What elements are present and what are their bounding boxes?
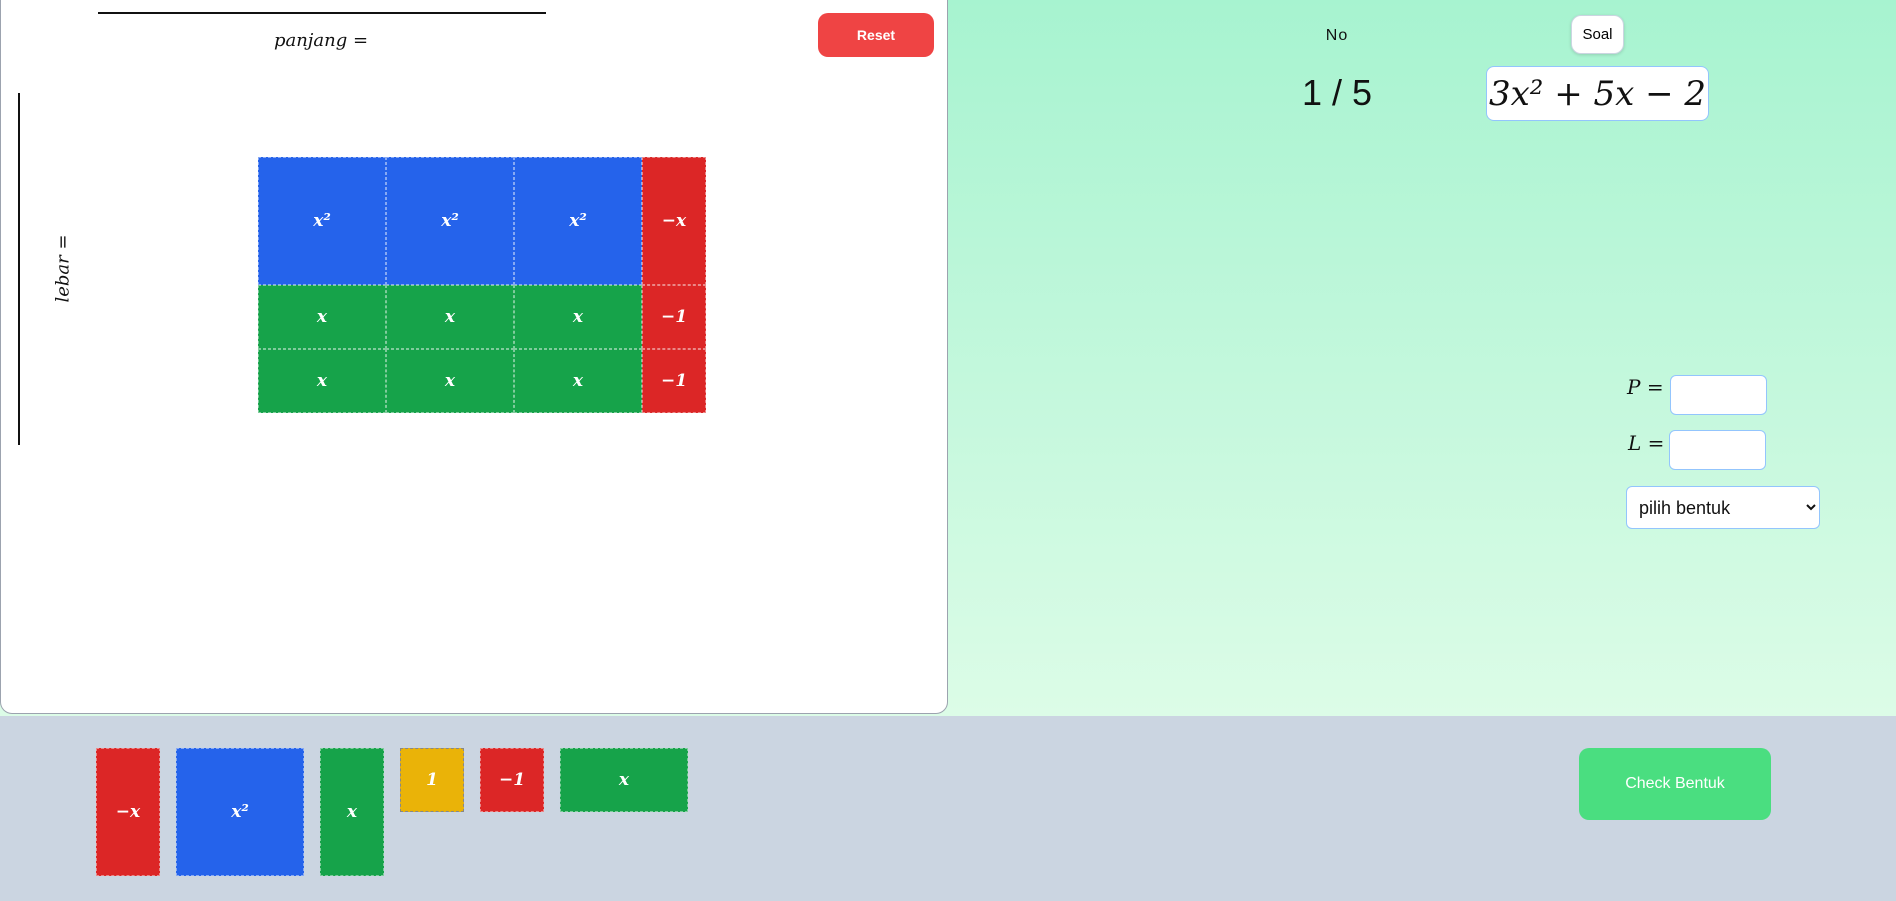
tile-workspace[interactable]: panjang = lebar = Reset x² x² x² −x x x … <box>0 0 948 714</box>
question-number-label: No <box>1325 27 1349 44</box>
x-tile[interactable]: x <box>258 349 386 413</box>
x-squared-tile[interactable]: x² <box>386 157 514 285</box>
width-label: lebar = <box>52 234 74 303</box>
soal-button[interactable]: Soal <box>1571 15 1624 54</box>
width-line <box>18 93 20 445</box>
x-tile[interactable]: x <box>514 349 642 413</box>
reset-button[interactable]: Reset <box>818 13 934 57</box>
palette-x-tile-horizontal[interactable]: x <box>560 748 688 812</box>
negative-unit-tile[interactable]: −1 <box>642 349 706 413</box>
p-label: P = <box>1627 375 1664 399</box>
length-label: panjang = <box>273 30 369 51</box>
l-label: L = <box>1628 431 1665 455</box>
l-input[interactable] <box>1669 430 1766 470</box>
x-tile[interactable]: x <box>386 349 514 413</box>
expression-display: 3x² + 5x − 2 <box>1486 66 1709 121</box>
x-squared-tile[interactable]: x² <box>258 157 386 285</box>
algebra-tile-grid: x² x² x² −x x x x −1 x x x −1 <box>258 157 706 413</box>
question-counter: 1 / 5 <box>1301 72 1373 113</box>
check-shape-button[interactable]: Check Bentuk <box>1579 748 1771 820</box>
negative-x-tile[interactable]: −x <box>642 157 706 285</box>
palette-x-tile-vertical[interactable]: x <box>320 748 384 876</box>
palette-negative-x-tile[interactable]: −x <box>96 748 160 876</box>
shape-select[interactable]: pilih bentuk <box>1626 486 1820 529</box>
length-line <box>98 12 546 14</box>
x-tile[interactable]: x <box>514 285 642 349</box>
x-tile[interactable]: x <box>258 285 386 349</box>
palette-x-squared-tile[interactable]: x² <box>176 748 304 876</box>
x-tile[interactable]: x <box>386 285 514 349</box>
x-squared-tile[interactable]: x² <box>514 157 642 285</box>
p-input[interactable] <box>1670 375 1767 415</box>
palette-negative-unit-tile[interactable]: −1 <box>480 748 544 812</box>
palette-unit-tile[interactable]: 1 <box>400 748 464 812</box>
negative-unit-tile[interactable]: −1 <box>642 285 706 349</box>
